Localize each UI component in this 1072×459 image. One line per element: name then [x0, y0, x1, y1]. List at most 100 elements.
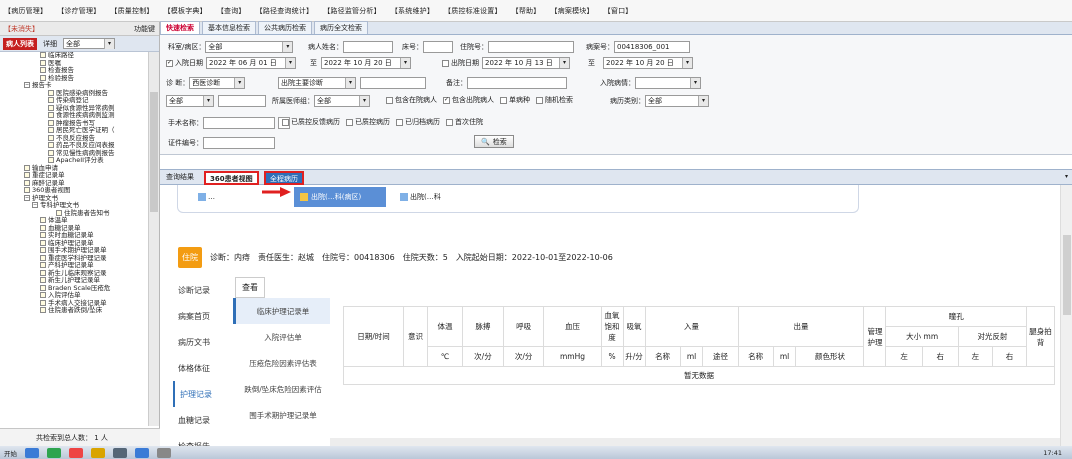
app-icon[interactable]: [69, 447, 83, 458]
category-item[interactable]: 诊断记录: [173, 277, 223, 303]
discharge-date-checkbox[interactable]: [442, 59, 449, 67]
admission-condition-select[interactable]: ▾: [635, 77, 701, 89]
random-search-checkbox[interactable]: [536, 96, 543, 104]
menu-item[interactable]: 【质量控制】: [110, 6, 153, 16]
tree-item[interactable]: 检查报告: [0, 66, 148, 75]
start-button[interactable]: 开始: [4, 448, 17, 458]
unit-cell: ℃: [426, 346, 464, 367]
qc-done-checkbox[interactable]: [346, 118, 353, 126]
app-icon[interactable]: [25, 447, 39, 458]
single-disease-checkbox[interactable]: [500, 96, 507, 104]
visit-pill[interactable]: …: [198, 187, 215, 207]
tab-360-view[interactable]: 360患者视图: [204, 171, 259, 185]
category-item[interactable]: 护理记录: [173, 381, 223, 407]
first-admission-checkbox[interactable]: [446, 118, 453, 126]
diagnosis-type-select[interactable]: 西医诊断 ▾: [189, 77, 246, 89]
nursing-record-item[interactable]: 入院评估单: [233, 324, 330, 350]
menu-item[interactable]: 【查询】: [217, 6, 246, 16]
tree-item[interactable]: 住院患者告知书: [0, 209, 148, 218]
nursing-record-item[interactable]: 跌倒/坠床危险因素评估: [233, 376, 330, 402]
menu-item[interactable]: 【系统维护】: [391, 6, 434, 16]
tree-item[interactable]: 麻醉记录单: [0, 179, 148, 188]
include-inpatients-checkbox[interactable]: [386, 96, 393, 104]
nursing-record-item[interactable]: 压疮危险因素评估表: [233, 350, 330, 376]
left-panel: 【未消失】 功能键 病人列表 详细 全部 ▾ 临床路径 医嘱 检查报告 检验报告 − 报告卡医…: [0, 22, 160, 446]
menu-item[interactable]: 【窗口】: [604, 6, 633, 16]
category-item[interactable]: 病历文书: [173, 329, 223, 355]
visit-pill[interactable]: 出院(…科: [400, 187, 441, 207]
ward-select[interactable]: 全部 ▾: [205, 41, 294, 53]
tree-item[interactable]: 检验报告: [0, 74, 148, 83]
app-icon[interactable]: [135, 447, 149, 458]
admit-date-from[interactable]: 2022 年 06 月 01 日 ▾: [206, 57, 296, 69]
note-input[interactable]: [467, 77, 567, 89]
operation-input[interactable]: [203, 117, 275, 129]
discharge-date-from[interactable]: 2022 年 10 月 13 日 ▾: [482, 57, 570, 69]
tree-scrollbar[interactable]: [148, 52, 159, 426]
inpatient-no-info: 住院号：00418306: [322, 252, 395, 262]
app-icon[interactable]: [91, 447, 105, 458]
tree-item[interactable]: 360患者视图: [0, 186, 148, 195]
bed-input[interactable]: [423, 41, 453, 53]
tree-item[interactable]: 医嘱: [0, 59, 148, 68]
app-icon[interactable]: [47, 447, 61, 458]
unit-cell: 左: [885, 346, 923, 367]
inpatient-input[interactable]: [488, 41, 574, 53]
menu-item[interactable]: 【路径查询统计】: [256, 6, 314, 16]
admit-date-to[interactable]: 2022 年 10 月 20 日 ▾: [321, 57, 411, 69]
record-type-select[interactable]: 全部 ▾: [645, 95, 709, 107]
certificate-input[interactable]: [203, 137, 275, 149]
nursing-record-item[interactable]: 临床护理记录单: [233, 298, 330, 324]
include-discharged-checkbox[interactable]: [443, 96, 450, 104]
tree-item[interactable]: 重症记录单: [0, 171, 148, 180]
vertical-scrollbar[interactable]: [1060, 185, 1072, 446]
function-key-button[interactable]: 功能键: [134, 24, 155, 34]
app-icon[interactable]: [157, 447, 171, 458]
qc-feedback-checkbox[interactable]: [282, 118, 289, 126]
menu-item[interactable]: 【诊疗管理】: [57, 6, 100, 16]
tree-item[interactable]: 输血申请: [0, 164, 148, 173]
range-input[interactable]: [218, 95, 266, 107]
search-tab[interactable]: 基本信息检索: [202, 21, 256, 34]
nursing-record-item[interactable]: 围手术期护理记录单: [233, 402, 330, 428]
category-item[interactable]: 病案首页: [173, 303, 223, 329]
category-item[interactable]: 血糖记录: [173, 407, 223, 433]
category-item[interactable]: 检查报告: [173, 433, 223, 447]
scroll-thumb[interactable]: [1063, 235, 1071, 315]
scroll-thumb[interactable]: [150, 92, 158, 212]
case-number-input[interactable]: 00418306_001: [614, 41, 690, 53]
tab-query-result[interactable]: 查询结果: [162, 171, 198, 185]
search-tab[interactable]: 公共病历检索: [258, 21, 312, 34]
horizontal-scrollbar[interactable]: [330, 438, 1070, 446]
discharge-date-to[interactable]: 2022 年 10 月 20 日 ▾: [603, 57, 693, 69]
menu-item[interactable]: 【病案模块】: [550, 6, 593, 16]
menu-item[interactable]: 【质控标准设置】: [444, 6, 502, 16]
visit-pill-active[interactable]: 出院(…科(病区): [294, 187, 386, 207]
app-icon[interactable]: [113, 447, 127, 458]
search-tab[interactable]: 快速检索: [160, 21, 200, 34]
search-button[interactable]: 🔍 检索: [474, 135, 514, 148]
category-item[interactable]: 体格体征: [173, 355, 223, 381]
patient-filter-select[interactable]: 全部 ▾: [63, 38, 115, 49]
menu-item[interactable]: 【帮助】: [512, 6, 541, 16]
tree-item[interactable]: 临床路径: [0, 52, 148, 60]
admit-date-checkbox[interactable]: [166, 59, 173, 67]
tab-detail[interactable]: 详细: [43, 39, 57, 49]
view-button[interactable]: 查看: [235, 277, 265, 298]
menu-item[interactable]: 【路径监管分析】: [323, 6, 381, 16]
range-select[interactable]: 全部 ▾: [166, 95, 214, 107]
menu-item[interactable]: 【病历管理】: [4, 6, 47, 16]
search-tab[interactable]: 病历全文检索: [314, 21, 368, 34]
diagnosis-input[interactable]: [360, 77, 426, 89]
tab-patient-list[interactable]: 病人列表: [3, 37, 37, 50]
tree-item[interactable]: ApacheII评分表: [0, 156, 148, 165]
menu-item[interactable]: 【模板字典】: [164, 6, 207, 16]
unit-cell: 升/分: [622, 346, 646, 367]
full-record-button[interactable]: 全程病历: [264, 171, 304, 185]
diagnosis-kind-select[interactable]: 出院主要诊断 ▾: [278, 77, 356, 89]
archived-checkbox[interactable]: [396, 118, 403, 126]
tree-item[interactable]: 住院患者跌倒/坠床: [0, 306, 148, 315]
patient-name-input[interactable]: [343, 41, 393, 53]
doctor-group-select[interactable]: 全部 ▾: [314, 95, 370, 107]
collapse-icon[interactable]: ▾: [1065, 173, 1068, 180]
